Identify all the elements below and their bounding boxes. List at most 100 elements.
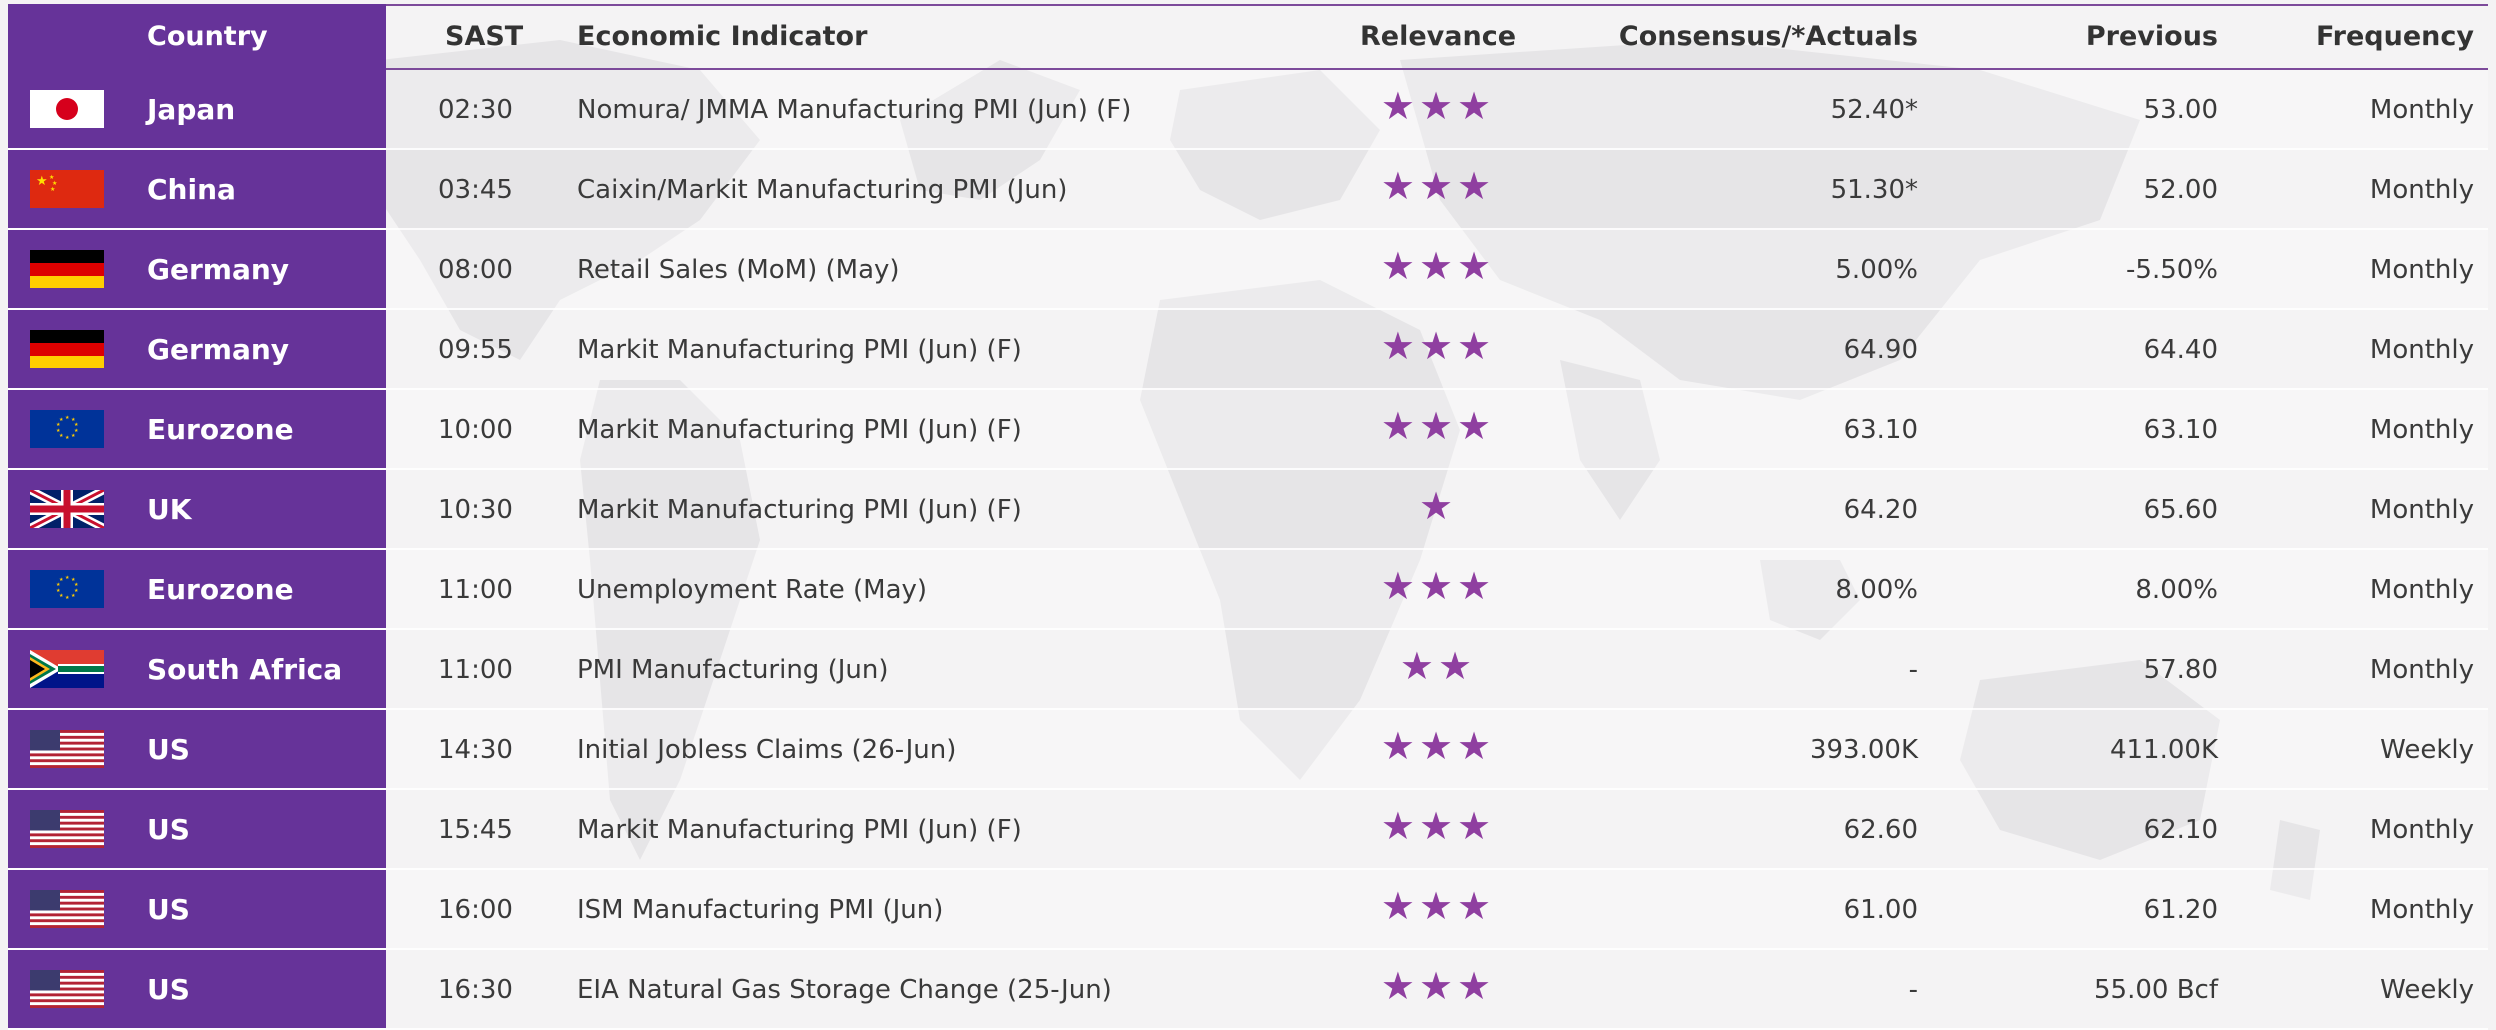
previous-cell: 61.20 — [2143, 895, 2218, 925]
germany-flag-icon — [30, 330, 104, 368]
frequency-cell: Monthly — [2369, 175, 2474, 205]
relevance-stars-icon: ★★★ — [1380, 84, 1496, 128]
relevance-stars-icon: ★★★ — [1380, 564, 1496, 608]
previous-cell: -5.50% — [2126, 255, 2218, 285]
time-cell: 03:45 — [438, 175, 513, 205]
consensus-cell: 63.10 — [1843, 415, 1918, 445]
country-name: Germany — [147, 333, 290, 366]
indicator-cell: Markit Manufacturing PMI (Jun) (F) — [577, 815, 1022, 845]
consensus-cell: 62.60 — [1843, 815, 1918, 845]
table-row[interactable]: US 15:45 Markit Manufacturing PMI (Jun) (F… — [8, 790, 2488, 870]
svg-text:★: ★ — [65, 595, 70, 601]
relevance-stars-icon: ★★★ — [1380, 244, 1496, 288]
table-row[interactable]: Germany 08:00 Retail Sales (MoM) (May) ★★★ 5… — [8, 230, 2488, 310]
table-row[interactable]: UK 10:30 Markit Manufacturing PMI (Jun) (F… — [8, 470, 2488, 550]
country-cell: US — [8, 870, 386, 950]
relevance-stars-icon: ★★★ — [1380, 884, 1496, 928]
germany-flag-icon — [30, 250, 104, 288]
relevance-stars-icon: ★★★ — [1380, 164, 1496, 208]
country-cell: ★ ★ ★ ★ China — [8, 150, 386, 230]
indicator-cell: Markit Manufacturing PMI (Jun) (F) — [577, 335, 1022, 365]
country-cell: Germany — [8, 310, 386, 390]
frequency-cell: Weekly — [2380, 975, 2474, 1005]
indicator-cell: Retail Sales (MoM) (May) — [577, 255, 900, 285]
svg-text:★: ★ — [56, 588, 61, 594]
consensus-cell: 61.00 — [1843, 895, 1918, 925]
country-cell: Japan — [8, 70, 386, 150]
us-flag-icon — [30, 970, 104, 1008]
indicator-cell: Initial Jobless Claims (26-Jun) — [577, 735, 957, 765]
country-cell: ★ ★ ★ ★ ★ ★ ★ ★ ★ ★ Eurozone — [8, 390, 386, 470]
frequency-cell: Monthly — [2369, 815, 2474, 845]
relevance-stars-icon: ★★★ — [1380, 404, 1496, 448]
time-cell: 08:00 — [438, 255, 513, 285]
country-cell: Germany — [8, 230, 386, 310]
table-row[interactable]: South Africa 11:00 PMI Manufacturing (Jun)… — [8, 630, 2488, 710]
us-flag-icon — [30, 730, 104, 768]
table-row[interactable]: ★ ★ ★ ★ ★ ★ ★ ★ ★ ★ Eurozone 10:00 Markit Manufactur… — [8, 390, 2488, 470]
country-name: UK — [147, 493, 192, 526]
frequency-cell: Monthly — [2369, 575, 2474, 605]
previous-cell: 62.10 — [2143, 815, 2218, 845]
consensus-cell: - — [1908, 975, 1918, 1005]
china-flag-icon: ★ ★ ★ ★ — [30, 170, 104, 208]
time-cell: 02:30 — [438, 95, 513, 125]
south-africa-flag-icon — [30, 650, 104, 688]
uk-flag-icon — [30, 490, 104, 528]
relevance-stars-icon: ★★★ — [1380, 804, 1496, 848]
consensus-cell: - — [1908, 655, 1918, 685]
table-row[interactable]: US 16:00 ISM Manufacturing PMI (Jun) ★★★ 61.… — [8, 870, 2488, 950]
svg-text:★: ★ — [56, 428, 61, 434]
country-cell: South Africa — [8, 630, 386, 710]
previous-cell: 53.00 — [2143, 95, 2218, 125]
us-flag-icon — [30, 810, 104, 848]
header-sast: SAST — [445, 21, 524, 52]
time-cell: 16:30 — [438, 975, 513, 1005]
indicator-cell: EIA Natural Gas Storage Change (25-Jun) — [577, 975, 1112, 1005]
svg-text:★: ★ — [65, 415, 70, 421]
relevance-stars-icon: ★★★ — [1380, 964, 1496, 1008]
table-row[interactable]: US 16:30 EIA Natural Gas Storage Change (2… — [8, 950, 2488, 1030]
time-cell: 10:30 — [438, 495, 513, 525]
consensus-cell: 64.20 — [1843, 495, 1918, 525]
previous-cell: 8.00% — [2135, 575, 2218, 605]
svg-text:★: ★ — [36, 174, 48, 189]
country-name: Germany — [147, 253, 290, 286]
frequency-cell: Weekly — [2380, 735, 2474, 765]
indicator-cell: ISM Manufacturing PMI (Jun) — [577, 895, 944, 925]
consensus-cell: 64.90 — [1843, 335, 1918, 365]
table-row[interactable]: Germany 09:55 Markit Manufacturing PMI (Ju… — [8, 310, 2488, 390]
economic-calendar-table: Country SAST Economic Indicator Relevanc… — [8, 4, 2488, 1030]
header-previous: Previous — [2085, 21, 2218, 52]
consensus-cell: 5.00% — [1835, 255, 1918, 285]
header-frequency: Frequency — [2315, 21, 2474, 52]
time-cell: 10:00 — [438, 415, 513, 445]
table-row[interactable]: ★ ★ ★ ★ ★ ★ ★ ★ ★ ★ Eurozone 11:00 Unemployment Rate… — [8, 550, 2488, 630]
header-relevance: Relevance — [1359, 21, 1517, 52]
indicator-cell: Markit Manufacturing PMI (Jun) (F) — [577, 495, 1022, 525]
country-name: Japan — [147, 93, 236, 126]
previous-cell: 411.00K — [2109, 735, 2218, 765]
country-cell: US — [8, 950, 386, 1030]
indicator-cell: Unemployment Rate (May) — [577, 575, 928, 605]
time-cell: 11:00 — [438, 655, 513, 685]
table-row[interactable]: Japan 02:30 Nomura/ JMMA Manufacturing PMI… — [8, 70, 2488, 150]
relevance-stars-icon: ★★★ — [1380, 324, 1496, 368]
previous-cell: 57.80 — [2143, 655, 2218, 685]
svg-text:★: ★ — [71, 433, 76, 439]
svg-text:★: ★ — [65, 575, 70, 581]
japan-flag-icon — [30, 90, 104, 128]
time-cell: 11:00 — [438, 575, 513, 605]
previous-cell: 55.00 Bcf — [2094, 975, 2218, 1005]
country-name: China — [147, 173, 236, 206]
country-name: Eurozone — [147, 573, 294, 606]
svg-text:★: ★ — [71, 593, 76, 599]
country-name: US — [147, 813, 190, 846]
frequency-cell: Monthly — [2369, 495, 2474, 525]
table-header: Country SAST Economic Indicator Relevanc… — [8, 4, 2488, 70]
table-row[interactable]: US 14:30 Initial Jobless Claims (26-Jun) ★★… — [8, 710, 2488, 790]
eu-flag-icon: ★ ★ ★ ★ ★ ★ ★ ★ ★ ★ — [30, 410, 104, 448]
table-row[interactable]: ★ ★ ★ ★ China 03:45 Caixin/Markit Manufacturin… — [8, 150, 2488, 230]
previous-cell: 64.40 — [2143, 335, 2218, 365]
consensus-cell: 393.00K — [1809, 735, 1918, 765]
